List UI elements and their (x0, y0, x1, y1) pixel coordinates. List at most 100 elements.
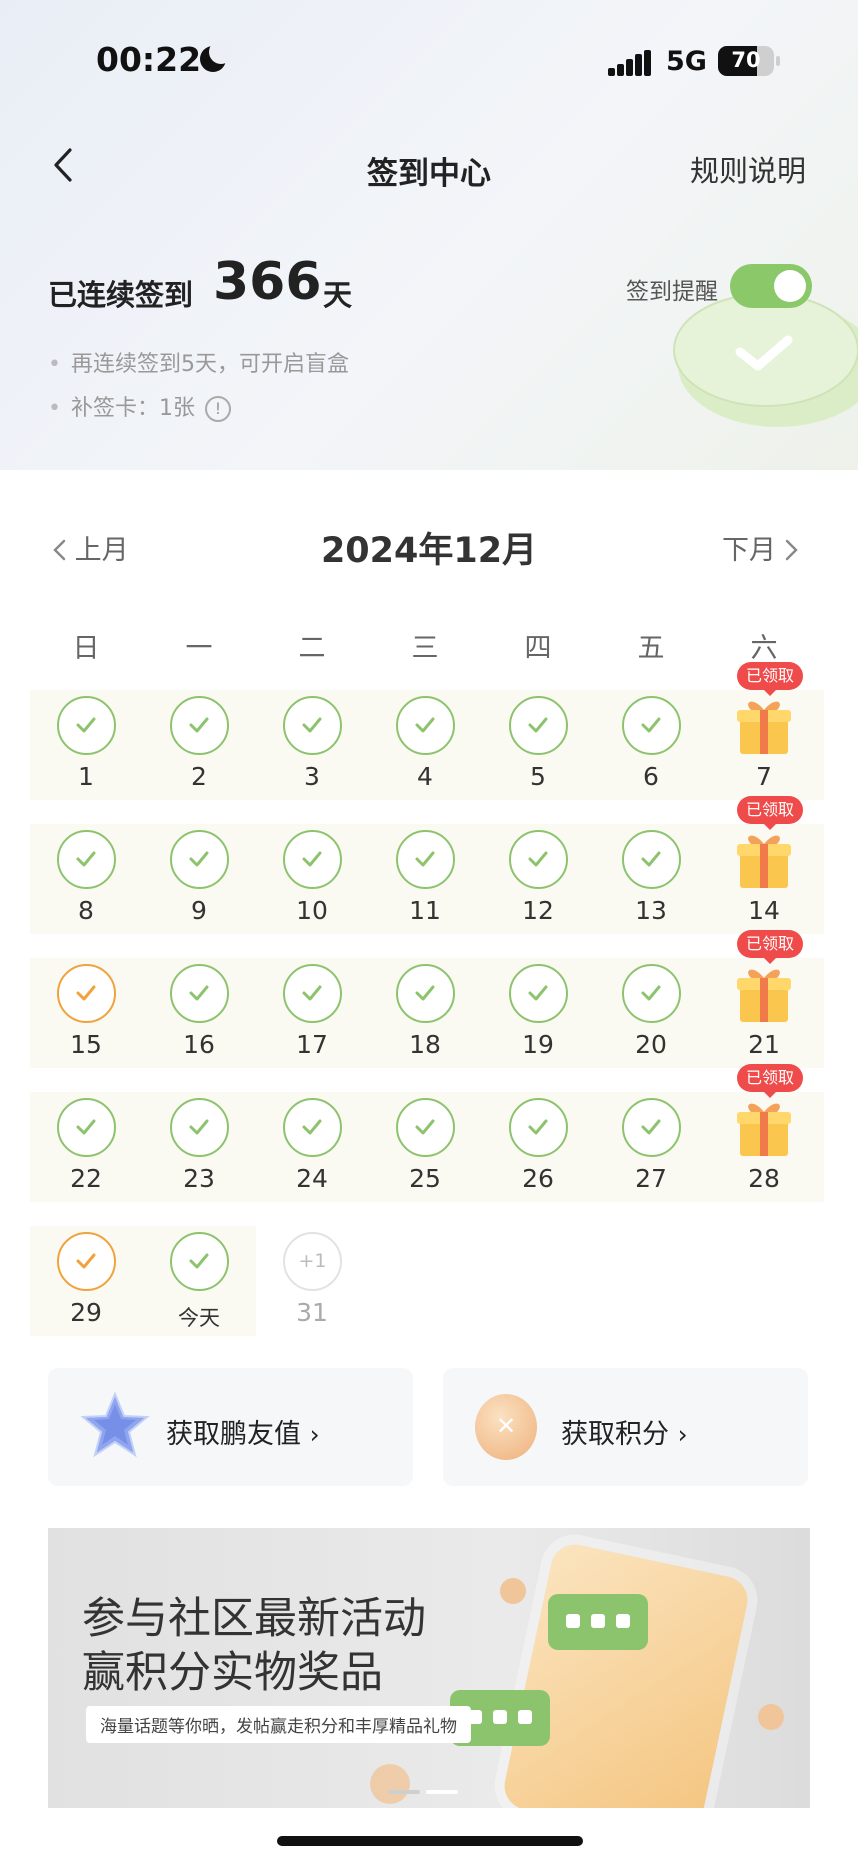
calendar-day[interactable]: +1 31 (272, 1226, 352, 1336)
signed-check-icon (396, 830, 455, 889)
chat-bubble-icon (548, 1594, 648, 1650)
signed-check-icon (622, 830, 681, 889)
do-not-disturb-moon-icon (200, 40, 233, 72)
calendar-day[interactable]: 12 (498, 824, 578, 934)
calendar-day[interactable]: 27 (611, 1092, 691, 1202)
activity-banner[interactable]: 参与社区最新活动 赢积分实物奖品 海量话题等你晒，发帖赢走积分和丰厚精品礼物 (48, 1528, 810, 1808)
bonus-circle: +1 (283, 1232, 342, 1291)
battery-icon: 70 (718, 46, 774, 76)
weekday-label: 四 (524, 633, 552, 664)
calendar-day[interactable]: 10 (272, 824, 352, 934)
day-number: 4 (417, 762, 433, 791)
signed-check-icon (283, 830, 342, 889)
day-number: 21 (748, 1030, 780, 1059)
day-number: 27 (635, 1164, 667, 1193)
makeup-check-icon (57, 964, 116, 1023)
weekday-label: 五 (637, 633, 665, 664)
day-number: 12 (522, 896, 554, 925)
signed-check-icon (396, 964, 455, 1023)
signed-check-icon (622, 1098, 681, 1157)
home-indicator (277, 1836, 583, 1846)
day-number: 26 (522, 1164, 554, 1193)
calendar-day[interactable]: 2 (159, 690, 239, 800)
calendar-day[interactable]: 29 (46, 1226, 126, 1336)
cellular-signal-icon (608, 50, 652, 76)
calendar-day[interactable]: 已领取 28 (724, 1064, 804, 1202)
rules-link[interactable]: 规则说明 (690, 148, 806, 190)
reminder-label: 签到提醒 (626, 279, 718, 305)
day-number: 13 (635, 896, 667, 925)
calendar-day[interactable]: 24 (272, 1092, 352, 1202)
makeup-card-tip: 补签卡：1张! (48, 390, 231, 422)
weekday-label: 二 (298, 633, 326, 664)
calendar-day[interactable]: 6 (611, 690, 691, 800)
carousel-dot-active[interactable] (426, 1790, 458, 1794)
signed-check-icon (283, 964, 342, 1023)
makeup-check-icon (57, 1232, 116, 1291)
gift-box-icon[interactable]: 已领取 (737, 930, 803, 1024)
calendar-day[interactable]: 23 (159, 1092, 239, 1202)
calendar-day[interactable]: 16 (159, 958, 239, 1068)
signed-check-icon (283, 696, 342, 755)
phone-illustration (500, 1540, 752, 1808)
signed-check-icon (57, 696, 116, 755)
calendar-day[interactable]: 已领取 21 (724, 930, 804, 1068)
decor-dot (500, 1578, 526, 1604)
get-friend-value-card[interactable]: 获取鹏友值 › (48, 1368, 413, 1486)
crystal-star-icon (80, 1391, 150, 1458)
gift-box-icon[interactable]: 已领取 (737, 796, 803, 890)
gift-box-icon[interactable]: 已领取 (737, 662, 803, 756)
day-number: 今天 (178, 1306, 220, 1330)
calendar-day[interactable]: 已领取 14 (724, 796, 804, 934)
calendar-day[interactable]: 18 (385, 958, 465, 1068)
get-points-card[interactable]: 获取积分 › (443, 1368, 808, 1486)
calendar-day[interactable]: 13 (611, 824, 691, 934)
day-number: 2 (191, 762, 207, 791)
calendar-day[interactable]: 今天 (159, 1226, 239, 1336)
day-number: 9 (191, 896, 207, 925)
signed-check-icon (396, 1098, 455, 1157)
signed-check-icon (170, 696, 229, 755)
day-number: 28 (748, 1164, 780, 1193)
blind-box-tip: 再连续签到5天，可开启盲盒 (48, 346, 349, 378)
calendar-day[interactable]: 25 (385, 1092, 465, 1202)
calendar-day[interactable]: 20 (611, 958, 691, 1068)
calendar-day[interactable]: 3 (272, 690, 352, 800)
signed-check-icon (170, 964, 229, 1023)
calendar-day[interactable]: 22 (46, 1092, 126, 1202)
day-number: 20 (635, 1030, 667, 1059)
info-icon[interactable]: ! (204, 396, 231, 422)
claimed-badge: 已领取 (737, 662, 803, 696)
calendar-day[interactable]: 1 (46, 690, 126, 800)
claimed-badge: 已领取 (737, 796, 803, 830)
calendar-day[interactable]: 已领取 7 (724, 662, 804, 800)
day-number: 3 (304, 762, 320, 791)
claimed-badge: 已领取 (737, 1064, 803, 1098)
calendar-day[interactable]: 19 (498, 958, 578, 1068)
day-number: 6 (643, 762, 659, 791)
calendar-day[interactable]: 5 (498, 690, 578, 800)
weekday-label: 三 (411, 633, 439, 664)
calendar-day[interactable]: 4 (385, 690, 465, 800)
battery-tip (776, 56, 780, 66)
day-number: 7 (756, 762, 772, 791)
streak-days: 366 (213, 252, 322, 312)
carousel-dot[interactable] (388, 1790, 420, 1794)
day-number: 11 (409, 896, 441, 925)
friend-value-label: 获取鹏友值 › (166, 1419, 320, 1450)
reminder-toggle[interactable] (730, 264, 812, 308)
day-number: 10 (296, 896, 328, 925)
gift-box-icon[interactable]: 已领取 (737, 1064, 803, 1158)
battery-percent: 70 (731, 48, 761, 72)
points-coin-icon (475, 1394, 537, 1460)
calendar-day[interactable]: 11 (385, 824, 465, 934)
signed-check-icon (170, 830, 229, 889)
calendar-day[interactable]: 17 (272, 958, 352, 1068)
calendar-day[interactable]: 26 (498, 1092, 578, 1202)
day-number: 23 (183, 1164, 215, 1193)
calendar-day[interactable]: 9 (159, 824, 239, 934)
day-number: 24 (296, 1164, 328, 1193)
next-month-button[interactable]: 下月 (722, 528, 799, 567)
calendar-day[interactable]: 8 (46, 824, 126, 934)
calendar-day[interactable]: 15 (46, 958, 126, 1068)
